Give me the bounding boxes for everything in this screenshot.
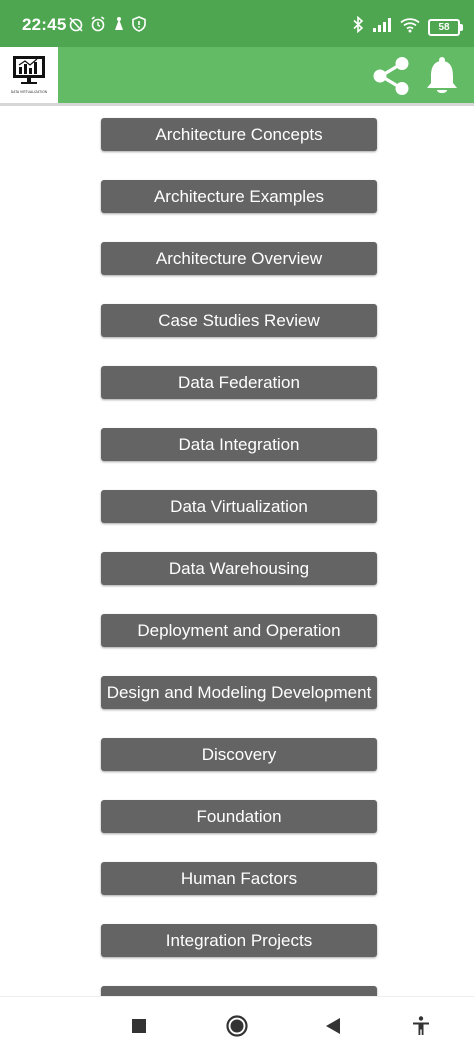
- status-system-icons: 58: [352, 15, 463, 38]
- topic-button-architecture-examples[interactable]: Architecture Examples: [101, 180, 377, 213]
- app-logo: DATA VIRTUALIZATION: [0, 47, 58, 103]
- bluetooth-icon: [352, 15, 364, 38]
- topic-button-human-factors[interactable]: Human Factors: [101, 862, 377, 895]
- bell-icon: [427, 57, 457, 93]
- logo-caption: DATA VIRTUALIZATION: [10, 90, 48, 94]
- accessibility-button[interactable]: [406, 1011, 436, 1041]
- home-button[interactable]: [222, 1011, 252, 1041]
- wifi-icon: [400, 17, 420, 38]
- status-time: 22:45: [22, 15, 67, 34]
- topic-button-discovery[interactable]: Discovery: [101, 738, 377, 771]
- topic-button-management-process[interactable]: Management Process: [101, 986, 377, 996]
- topic-button-data-integration[interactable]: Data Integration: [101, 428, 377, 461]
- topic-button-architecture-overview[interactable]: Architecture Overview: [101, 242, 377, 275]
- topic-button-architecture-concepts[interactable]: Architecture Concepts: [101, 118, 377, 151]
- topic-list-container[interactable]: Architecture Concepts Architecture Examp…: [0, 106, 474, 996]
- accessibility-icon: [413, 1016, 429, 1035]
- status-notification-icons: [68, 16, 146, 37]
- app-bar: DATA VIRTUALIZATION: [0, 47, 474, 103]
- alarm-icon: [90, 16, 106, 37]
- share-icon: [373, 57, 409, 95]
- recents-button[interactable]: [124, 1011, 154, 1041]
- topic-button-design-and-modeling-development[interactable]: Design and Modeling Development: [101, 676, 377, 709]
- signal-icon: [372, 17, 392, 38]
- monitor-chart-icon: [13, 56, 45, 84]
- topic-button-case-studies-review[interactable]: Case Studies Review: [101, 304, 377, 337]
- notification-app-icon: [112, 16, 126, 37]
- recents-square-icon: [132, 1019, 146, 1033]
- topic-button-foundation[interactable]: Foundation: [101, 800, 377, 833]
- system-nav-bar: [0, 996, 474, 1054]
- topic-button-data-virtualization[interactable]: Data Virtualization: [101, 490, 377, 523]
- back-triangle-icon: [326, 1018, 340, 1034]
- share-button[interactable]: [370, 55, 412, 97]
- home-circle-icon: [226, 1015, 248, 1037]
- notifications-button[interactable]: [422, 55, 462, 97]
- battery-icon: 58: [428, 18, 463, 36]
- topic-button-integration-projects[interactable]: Integration Projects: [101, 924, 377, 957]
- topic-button-data-warehousing[interactable]: Data Warehousing: [101, 552, 377, 585]
- topic-list: Architecture Concepts Architecture Examp…: [101, 118, 377, 996]
- status-bar: 22:45 58: [0, 0, 474, 47]
- alarm-off-icon: [68, 16, 84, 37]
- topic-button-data-federation[interactable]: Data Federation: [101, 366, 377, 399]
- shield-icon: [132, 16, 146, 37]
- topic-button-deployment-and-operation[interactable]: Deployment and Operation: [101, 614, 377, 647]
- back-button[interactable]: [318, 1011, 348, 1041]
